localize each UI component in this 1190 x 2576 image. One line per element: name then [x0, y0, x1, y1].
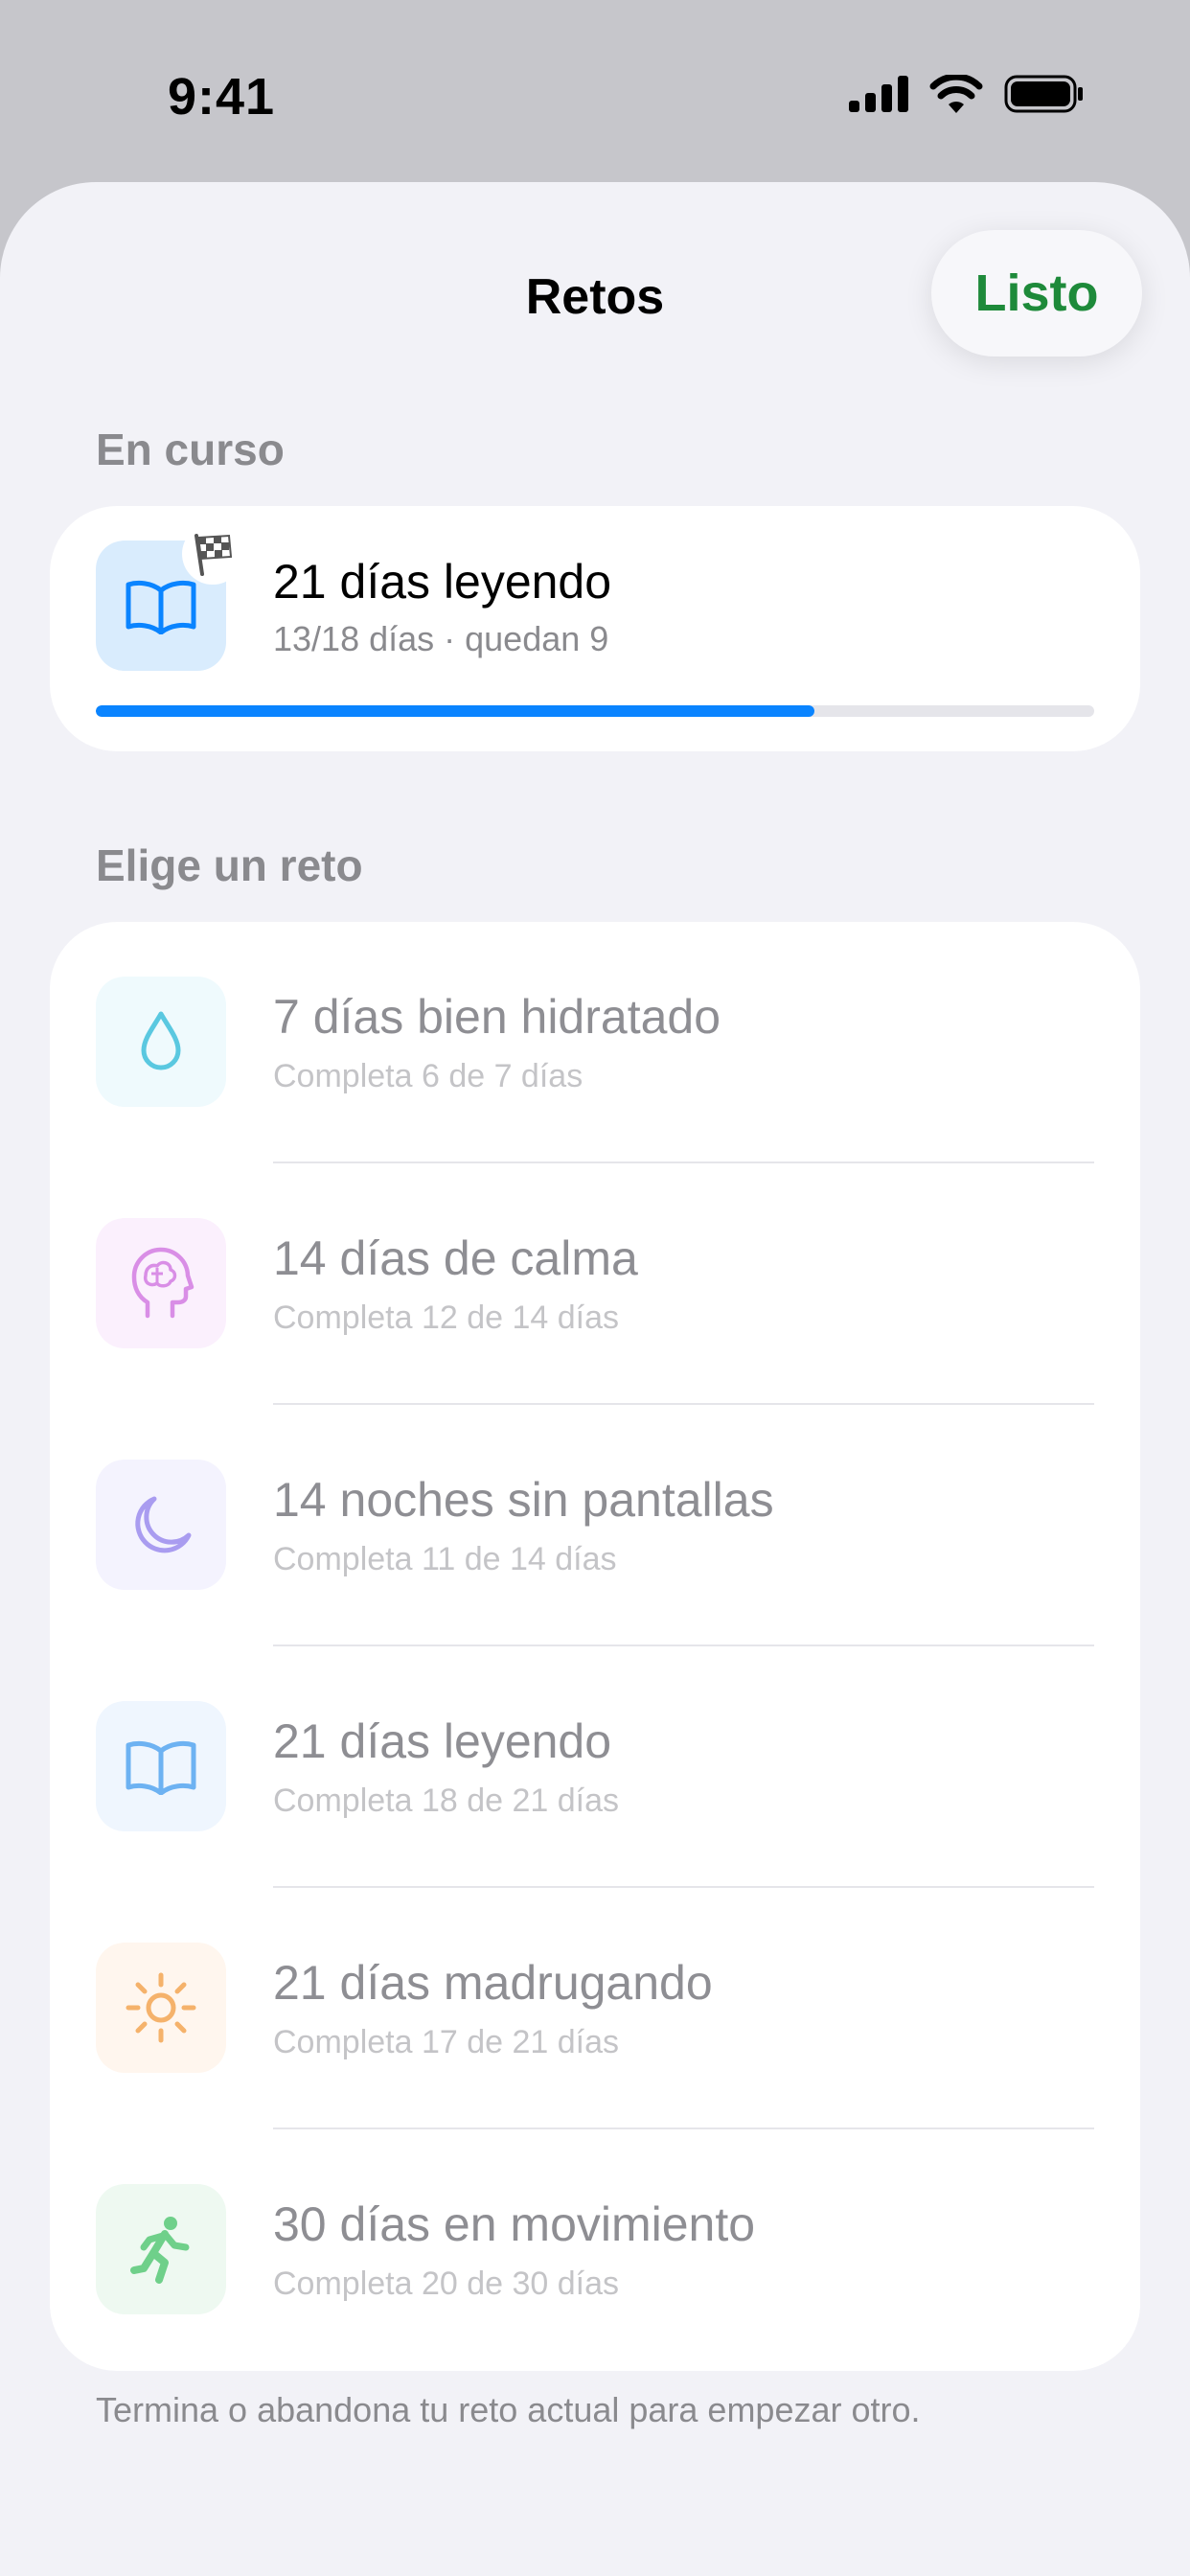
- cellular-signal-icon: [849, 76, 908, 112]
- list-item-early-rising[interactable]: 21 días madrugando Completa 17 de 21 día…: [50, 1888, 1140, 2129]
- book-icon: [126, 580, 196, 634]
- row-icon-box: [96, 1943, 226, 2073]
- battery-icon: [1004, 75, 1083, 113]
- wifi-icon: [929, 75, 983, 113]
- list-item-subtitle: Completa 12 de 14 días: [273, 1300, 620, 1336]
- row-icon-box: [96, 1218, 226, 1348]
- status-icons: [849, 75, 1085, 113]
- brain-head-icon: [131, 1247, 195, 1319]
- done-button[interactable]: Listo: [931, 230, 1142, 356]
- water-drop-icon: [141, 1011, 181, 1070]
- current-challenge-subtitle: 13/18 días · quedan 9: [273, 619, 609, 658]
- progress-bar-fill: [96, 705, 815, 717]
- running-figure-icon: [130, 2217, 190, 2284]
- row-icon-box: [96, 1460, 226, 1590]
- checkered-flag-icon: [195, 534, 233, 576]
- list-item-calm[interactable]: 14 días de calma Completa 12 de 14 días: [50, 1163, 1140, 1405]
- challenges-sheet: Retos Listo En curso 21 días leyendo 13/…: [0, 182, 1190, 2576]
- list-item-subtitle: Completa 11 de 14 días: [273, 1541, 617, 1577]
- list-item-subtitle: Completa 6 de 7 días: [273, 1058, 584, 1094]
- sun-icon: [126, 1972, 196, 2043]
- challenge-list: 7 días bien hidratado Completa 6 de 7 dí…: [50, 922, 1140, 2371]
- row-icon-box: [96, 2184, 226, 2314]
- row-icon-box: [96, 977, 226, 1107]
- list-item-movement[interactable]: 30 días en movimiento Completa 20 de 30 …: [50, 2129, 1140, 2371]
- list-item-title: 14 noches sin pantallas: [273, 1473, 774, 1527]
- flag-badge: [182, 523, 243, 585]
- list-item-hydration[interactable]: 7 días bien hidratado Completa 6 de 7 dí…: [50, 922, 1140, 1163]
- row-icon-box: [96, 1701, 226, 1831]
- status-bar: 9:41: [0, 0, 1190, 182]
- current-challenge-title: 21 días leyendo: [273, 555, 612, 609]
- list-item-title: 21 días madrugando: [273, 1956, 713, 2010]
- list-item-reading[interactable]: 21 días leyendo Completa 18 de 21 días: [50, 1646, 1140, 1888]
- list-item-title: 14 días de calma: [273, 1231, 638, 1285]
- book-icon: [126, 1740, 196, 1795]
- list-item-no-screens[interactable]: 14 noches sin pantallas Completa 11 de 1…: [50, 1405, 1140, 1646]
- list-item-subtitle: Completa 18 de 21 días: [273, 1782, 620, 1819]
- current-challenge-card[interactable]: 21 días leyendo 13/18 días · quedan 9: [50, 506, 1140, 751]
- moon-icon: [135, 1496, 192, 1553]
- status-time: 9:41: [168, 68, 276, 126]
- list-item-title: 7 días bien hidratado: [273, 990, 721, 1044]
- list-item-title: 30 días en movimiento: [273, 2197, 756, 2251]
- progress-bar: [96, 705, 1094, 717]
- footer-note: Termina o abandona tu reto actual para e…: [96, 2390, 921, 2429]
- list-item-title: 21 días leyendo: [273, 1714, 612, 1768]
- list-item-subtitle: Completa 17 de 21 días: [273, 2024, 620, 2060]
- section-header-choose: Elige un reto: [96, 840, 363, 890]
- section-header-in-progress: En curso: [96, 425, 285, 474]
- list-item-subtitle: Completa 20 de 30 días: [273, 2266, 620, 2302]
